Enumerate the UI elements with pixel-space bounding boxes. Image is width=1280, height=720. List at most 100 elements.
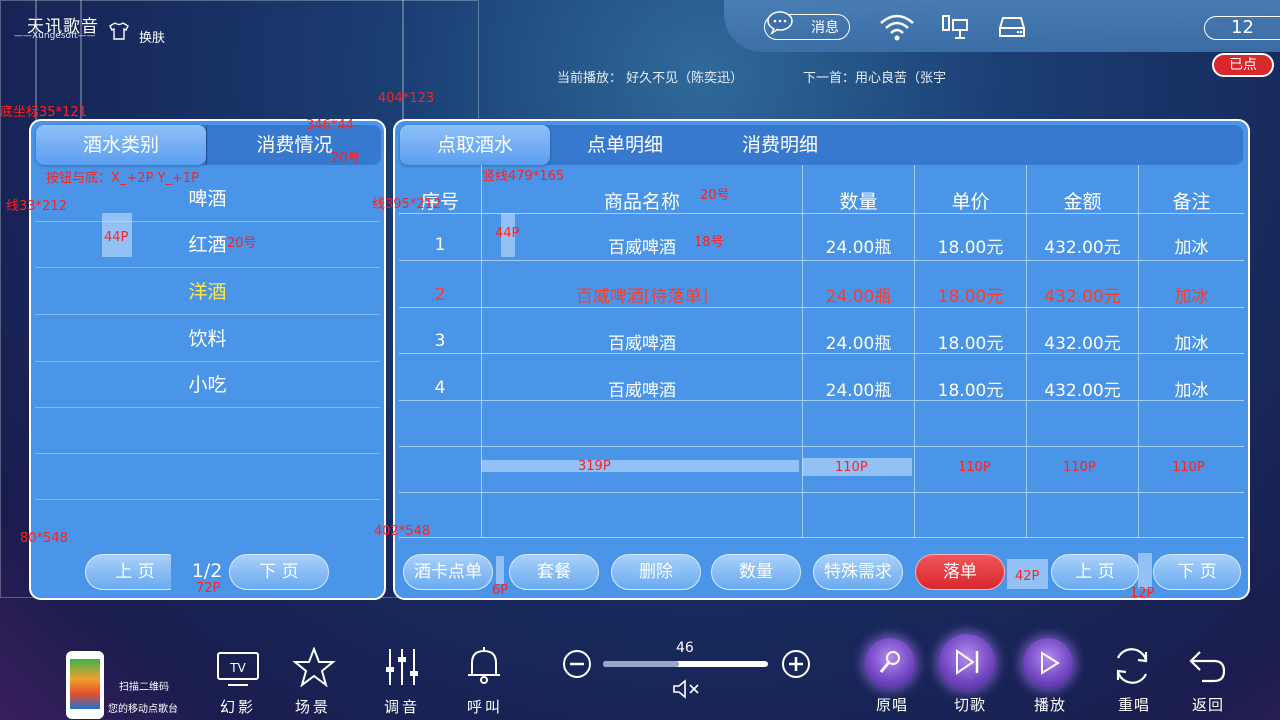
back-label[interactable]: 返回 <box>1178 694 1238 715</box>
cell-note: 加冰 <box>1174 287 1209 307</box>
call-label[interactable]: 呼叫 <box>455 696 515 717</box>
tab-order-drinks[interactable]: 点取酒水 <box>400 125 550 165</box>
bell-icon[interactable] <box>462 645 506 685</box>
place-order-button[interactable]: 落单 <box>915 554 1005 590</box>
volume-value: 46 <box>676 640 694 656</box>
mute-icon[interactable] <box>672 678 702 700</box>
original-vocal-button[interactable] <box>865 638 915 688</box>
annotation: 402*548 <box>374 524 431 539</box>
annotation: 110P <box>1063 460 1096 475</box>
cell-index: 3 <box>434 331 446 351</box>
volume-up-icon[interactable] <box>781 649 811 679</box>
next-page-button[interactable]: 下 页 <box>1153 554 1241 590</box>
equalizer-icon[interactable] <box>380 647 424 687</box>
cell-amount: 432.00元 <box>1044 334 1121 354</box>
tv-icon-text: TV <box>229 661 246 675</box>
cell-qty: 24.00瓶 <box>825 238 892 258</box>
cell-index: 1 <box>434 235 446 255</box>
annotation: 42P <box>1015 569 1040 584</box>
quantity-button[interactable]: 数量 <box>711 554 801 590</box>
volume-slider-fill <box>603 661 679 667</box>
column-header: 备注 <box>1172 191 1211 213</box>
prev-page-button[interactable]: 上 页 <box>85 554 185 590</box>
delete-button[interactable]: 删除 <box>611 554 701 590</box>
tab-drink-category[interactable]: 酒水类别 <box>36 125 206 165</box>
annotation: 底坐标35*121 <box>0 105 87 120</box>
drink-card-order-button[interactable]: 酒卡点单 <box>403 554 493 590</box>
column-header: 数量 <box>839 191 878 213</box>
dimension-marker <box>481 460 799 472</box>
tv-icon[interactable]: TV <box>216 649 260 689</box>
annotation: 20号 <box>227 236 257 251</box>
cell-price: 18.00元 <box>937 381 1004 401</box>
special-request-button[interactable]: 特殊需求 <box>813 554 903 590</box>
cell-note: 加冰 <box>1174 334 1209 354</box>
phone-qr-image <box>66 651 104 719</box>
package-button[interactable]: 套餐 <box>509 554 599 590</box>
tuning-label[interactable]: 调音 <box>372 696 432 717</box>
cell-name: 百威啤酒 <box>608 334 676 354</box>
cell-amount: 432.00元 <box>1044 287 1121 307</box>
annotation: 18号 <box>694 235 724 250</box>
qr-hint: 扫描二维码 <box>119 682 169 693</box>
clock: 12 <box>1204 16 1280 40</box>
phantom-label[interactable]: 幻影 <box>208 696 268 717</box>
column-header: 单价 <box>951 191 990 213</box>
annotation: 竖线479*165 <box>482 169 565 184</box>
annotation: 319P <box>578 459 611 474</box>
chat-bubble-icon <box>767 11 793 35</box>
annotation: 44P <box>104 230 129 245</box>
cell-name: 百威啤酒 <box>608 381 676 401</box>
scene-label[interactable]: 场景 <box>283 696 343 717</box>
booked-songs-button[interactable]: 已点 <box>1212 53 1274 77</box>
network-icon <box>942 15 968 39</box>
app-logo-subtitle: ——Xungesoft—— <box>14 31 96 41</box>
cell-name: 百威啤酒 <box>608 238 676 258</box>
annotation: 6P <box>492 583 509 598</box>
table-divider <box>399 260 1244 261</box>
cell-note: 加冰 <box>1174 238 1209 258</box>
cell-name: 百威啤酒[待落单] <box>575 287 709 307</box>
annotation: 110P <box>958 460 991 475</box>
next-song: 下一首：用心良苦（张宇 <box>803 71 947 86</box>
replay-icon[interactable] <box>1110 646 1154 686</box>
tshirt-icon[interactable] <box>108 21 130 41</box>
star-icon[interactable] <box>292 647 336 687</box>
next-page-button[interactable]: 下 页 <box>229 554 329 590</box>
annotation: 346*44 <box>306 118 354 133</box>
annotation: 80*548 <box>20 531 68 546</box>
cell-qty: 24.00瓶 <box>825 381 892 401</box>
annotation: 线33*212 <box>6 199 67 214</box>
category-item-empty <box>35 408 380 454</box>
play-button[interactable] <box>1023 638 1073 688</box>
original-vocal-label[interactable]: 原唱 <box>862 694 922 715</box>
table-divider <box>399 307 1244 308</box>
volume-down-icon[interactable] <box>562 649 592 679</box>
cell-price: 18.00元 <box>937 287 1004 307</box>
play-label[interactable]: 播放 <box>1020 694 1080 715</box>
wifi-icon <box>880 14 914 41</box>
category-item-selected[interactable]: 洋酒 <box>35 269 380 315</box>
replay-label[interactable]: 重唱 <box>1104 694 1164 715</box>
device-icon <box>999 17 1025 37</box>
category-item-empty <box>35 501 380 547</box>
annotation: 72P <box>196 581 221 596</box>
category-panel: 酒水类别 消费情况 啤酒 红酒 洋酒 饮料 小吃 上 页 1/2 下 页 <box>29 119 386 600</box>
skin-button[interactable]: 换肤 <box>139 27 165 46</box>
category-item[interactable]: 红酒 <box>35 222 380 268</box>
category-item[interactable]: 小吃 <box>35 362 380 408</box>
skip-song-button[interactable] <box>939 634 995 690</box>
annotation: 20号 <box>331 151 361 166</box>
play-icon <box>1041 651 1060 675</box>
back-icon[interactable] <box>1186 646 1230 686</box>
cell-price: 18.00元 <box>937 238 1004 258</box>
tab-order-detail[interactable]: 点单明细 <box>550 125 700 165</box>
category-item[interactable]: 饮料 <box>35 316 380 362</box>
tab-consumption-detail[interactable]: 消费明细 <box>700 125 860 165</box>
annotation: 110P <box>1172 460 1205 475</box>
dimension-marker <box>1138 553 1152 589</box>
cell-amount: 432.00元 <box>1044 238 1121 258</box>
skip-song-label[interactable]: 切歌 <box>940 694 1000 715</box>
prev-page-button[interactable]: 上 页 <box>1051 554 1139 590</box>
cell-index: 2 <box>434 285 446 305</box>
